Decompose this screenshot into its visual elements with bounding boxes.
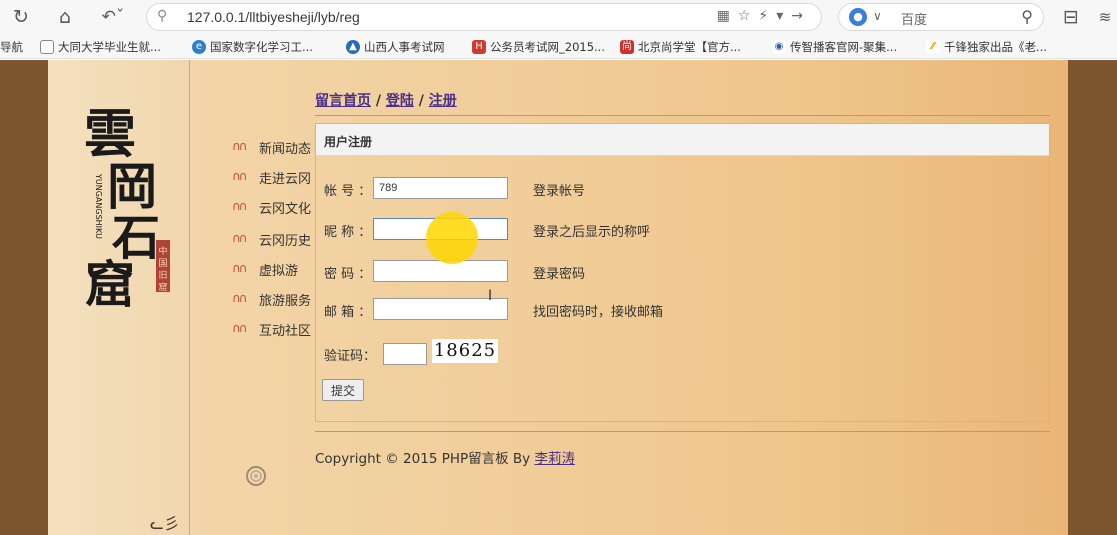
page-icon <box>40 40 54 54</box>
headphones-icon: ∩∩ <box>232 169 248 183</box>
bookmark-shangxuetang[interactable]: 尚北京尚学堂【官方... <box>620 39 741 55</box>
captcha-image[interactable]: 18625 <box>432 339 498 363</box>
logo-seal-char-2: 国 <box>158 258 167 269</box>
headphones-icon: ∩∩ <box>232 261 248 275</box>
red-logo-icon: H <box>472 40 486 54</box>
breadcrumb-register-link[interactable]: 注册 <box>429 93 457 109</box>
logo-char-1: 雲 <box>84 104 136 165</box>
wifi-icon[interactable]: ≋ <box>1094 4 1116 30</box>
bookmark-datong[interactable]: 大同大学毕业生就... <box>40 39 161 55</box>
search-engine-icon[interactable]: ● <box>849 8 867 26</box>
search-engine-name: 百度 <box>901 13 928 28</box>
nickname-hint: 登录之后显示的称呼 <box>533 225 651 240</box>
left-column: 雲 岡 石 窟 YUNGANGSHIKU 中 国 旧 窟 <box>48 60 190 535</box>
yellow-bars-icon: ⁄⁄ <box>926 40 940 54</box>
register-panel: 用户注册 帐 号 ： 登录帐号 昵 称 ： 登录之后显示的称呼 密 码 ： 登录… <box>315 123 1050 422</box>
search-box[interactable]: ● ∨ 百度 ⚲ <box>838 3 1044 31</box>
text-cursor-icon: I <box>488 288 493 304</box>
author-link[interactable]: 李莉涛 <box>534 451 575 467</box>
captcha-input[interactable] <box>383 343 427 365</box>
headphones-icon: ∩∩ <box>232 139 248 153</box>
bookmark-civil-exam[interactable]: H 公务员考试网_2015... <box>472 39 605 55</box>
account-input[interactable] <box>373 177 508 199</box>
breadcrumb-separator: / <box>371 93 386 109</box>
breadcrumb-home-link[interactable]: 留言首页 <box>315 93 371 109</box>
cart-icon[interactable]: ⊟ <box>1056 4 1086 30</box>
chevron-down-icon[interactable]: ∨ <box>873 9 882 23</box>
breadcrumb-login-link[interactable]: 登陆 <box>386 93 414 109</box>
panel-title: 用户注册 <box>324 135 373 149</box>
logo-char-4: 窟 <box>85 255 135 314</box>
panel-header: 用户注册 <box>316 124 1049 156</box>
footer-copyright: Copyright © 2015 PHP留言板 By 李莉涛 <box>315 447 575 467</box>
blue-logo-icon: ▲ <box>346 40 360 54</box>
headphones-icon: ∩∩ <box>232 291 248 305</box>
breadcrumb: 留言首页 / 登陆 / 注册 <box>315 90 457 110</box>
breadcrumb-separator: / <box>413 93 429 109</box>
ornament-icon <box>246 466 266 486</box>
home-icon[interactable]: ⌂ <box>52 4 78 30</box>
nickname-label: 昵 称 ： <box>324 225 372 240</box>
content-area: 雲 岡 石 窟 YUNGANGSHIKU 中 国 旧 窟 ∩∩ 新闻动态 ∩∩ 走进… <box>48 60 1068 535</box>
password-hint: 登录密码 <box>533 267 586 282</box>
e-icon: e <box>192 40 206 54</box>
password-label: 密 码 ： <box>324 267 372 282</box>
search-icon[interactable]: ⚲ <box>1021 7 1033 26</box>
yungang-logo: 雲 岡 石 窟 YUNGANGSHIKU 中 国 旧 窟 <box>84 104 170 314</box>
footer-divider <box>315 431 1050 432</box>
headphones-icon: ∩∩ <box>232 231 248 245</box>
password-input[interactable] <box>373 260 508 282</box>
copyright-text: Copyright © 2015 PHP留言板 By <box>315 451 535 467</box>
bookmarks-bar: 导航 大同大学毕业生就... e 国家数字化学习工... ▲ 山西人事考试网 H 公务… <box>0 34 1117 59</box>
email-hint: 找回密码时，接收邮箱 <box>533 305 664 320</box>
bookmark-digital-learning[interactable]: e 国家数字化学习工... <box>192 39 313 55</box>
logo-char-2: 岡 <box>107 157 157 216</box>
bookmark-shanxi-exam[interactable]: ▲ 山西人事考试网 <box>346 39 445 55</box>
bookmark-nav[interactable]: 导航 <box>0 39 23 55</box>
bookmark-qianfeng[interactable]: ⁄⁄ 千锋独家出品《老... <box>926 39 1047 55</box>
browser-toolbar: ↻ ⌂ ↶ˇ ⚲ 127.0.0.1/lltbiyesheji/lyb/reg … <box>0 0 1117 34</box>
email-label: 邮 箱 ： <box>324 305 372 320</box>
logo-seal-char-4: 窟 <box>158 281 167 293</box>
refresh-icon[interactable]: ↻ <box>8 4 34 30</box>
divider <box>315 115 1050 116</box>
url-text[interactable]: 127.0.0.1/lltbiyesheji/lyb/reg <box>187 9 360 25</box>
captcha-label: 验证码： <box>324 349 377 364</box>
logo-seal-char-1: 中 <box>158 245 167 257</box>
account-hint: 登录帐号 <box>533 184 586 199</box>
page-background: 雲 岡 石 窟 YUNGANGSHIKU 中 国 旧 窟 ∩∩ 新闻动态 ∩∩ 走进… <box>0 60 1117 535</box>
cursor-highlight <box>426 212 478 264</box>
bird-sketch-icon: ᓚ彡 <box>150 514 180 533</box>
logo-latin: YUNGANGSHIKU <box>94 173 103 239</box>
headphones-icon: ∩∩ <box>232 199 248 213</box>
undo-icon[interactable]: ↶ˇ <box>94 4 132 30</box>
account-label: 帐 号 ： <box>324 184 372 199</box>
shang-icon: 尚 <box>620 40 634 54</box>
logo-seal-char-3: 旧 <box>158 270 167 281</box>
address-bar[interactable]: ⚲ 127.0.0.1/lltbiyesheji/lyb/reg ▦☆⚡▾→ <box>146 3 822 31</box>
submit-button[interactable]: 提交 <box>322 379 364 401</box>
site-info-icon[interactable]: ⚲ <box>157 8 167 24</box>
blue-swirl-icon: ◉ <box>772 40 786 54</box>
bookmark-itcast[interactable]: ◉ 传智播客官网-聚集... <box>772 39 897 55</box>
address-bar-actions[interactable]: ▦☆⚡▾→ <box>717 8 811 24</box>
headphones-icon: ∩∩ <box>232 321 248 335</box>
